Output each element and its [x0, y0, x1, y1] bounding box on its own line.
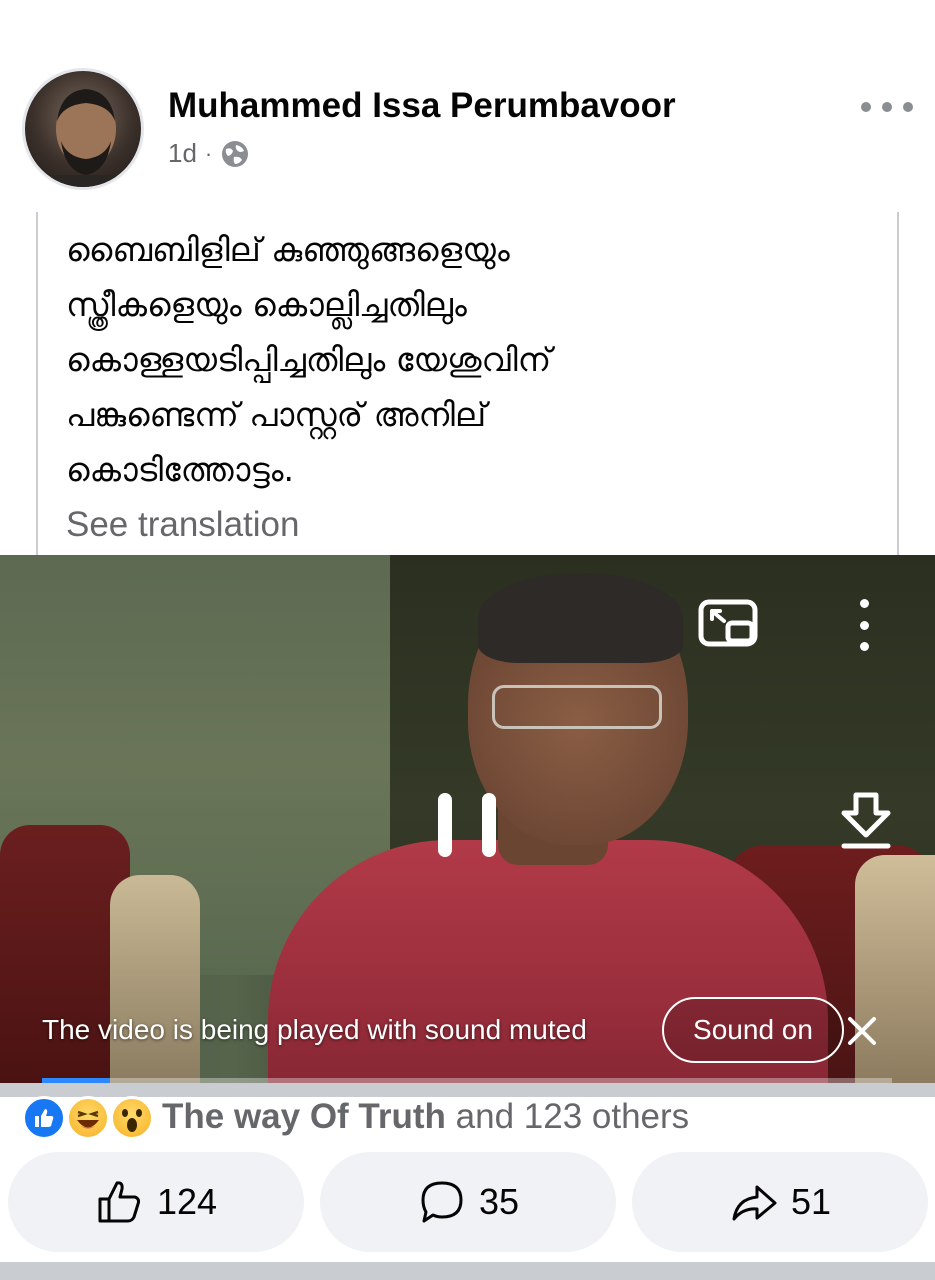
author-name[interactable]: Muhammed Issa Perumbavoor [168, 86, 676, 126]
video-frame-seat [110, 875, 200, 1087]
video-player[interactable]: The video is being played with sound mut… [0, 555, 935, 1087]
pause-bar [438, 793, 452, 857]
post-options-button[interactable] [861, 92, 913, 122]
post-text-line: കൊള്ളയടിപ്പിച്ചതിലും യേശുവിന് [66, 340, 552, 379]
close-icon[interactable] [846, 1015, 878, 1047]
comment-button[interactable]: 35 [320, 1152, 616, 1252]
wow-reaction-icon [110, 1096, 154, 1140]
reactions-summary[interactable]: The way Of Truth and 123 others [22, 1092, 689, 1142]
dot-icon [882, 102, 892, 112]
share-button[interactable]: 51 [632, 1152, 928, 1252]
post-text-line: ബൈബിളില് കുഞ്ഞുങ്ങളെയും [66, 230, 510, 269]
post-meta: 1d · [168, 138, 250, 169]
post-text: ബൈബിളില് കുഞ്ഞുങ്ങളെയും സ്ത്രീകളെയും കൊല… [66, 222, 866, 497]
author-avatar[interactable] [22, 68, 144, 190]
meta-separator: · [204, 140, 213, 166]
avatar-image [45, 89, 127, 187]
like-reaction-icon [22, 1096, 66, 1140]
pause-bar [482, 793, 496, 857]
reaction-others: and 123 others [455, 1097, 690, 1136]
thumbs-up-icon [98, 1181, 141, 1223]
post-time[interactable]: 1d [168, 138, 197, 169]
sound-on-button[interactable]: Sound on [662, 997, 844, 1063]
pause-icon[interactable] [438, 793, 496, 857]
post-text-line: കൊടിത്തോട്ടം. [66, 450, 294, 489]
globe-icon[interactable] [220, 139, 250, 169]
comment-count: 35 [478, 1181, 520, 1222]
video-frame-person [478, 573, 683, 663]
reaction-lead-name[interactable]: The way Of Truth [162, 1097, 446, 1136]
share-count: 51 [790, 1181, 832, 1222]
picture-in-picture-icon[interactable] [698, 599, 758, 647]
post-text-line: പങ്കുണ്ടെന്ന് പാസ്റ്റര് അനില് [66, 395, 487, 434]
reaction-icons [22, 1094, 154, 1140]
video-frame-person [492, 685, 662, 729]
dot-icon [861, 102, 871, 112]
more-vertical-icon[interactable] [852, 599, 876, 651]
like-count: 124 [156, 1181, 218, 1222]
see-translation-link[interactable]: See translation [66, 505, 299, 545]
post-text-line: സ്ത്രീകളെയും കൊല്ലിച്ചതിലും [66, 285, 467, 324]
share-icon [732, 1185, 777, 1221]
video-frame-seat [855, 855, 935, 1087]
muted-notice: The video is being played with sound mut… [42, 1014, 587, 1045]
haha-reaction-icon [66, 1096, 110, 1140]
comment-icon [421, 1181, 463, 1223]
reaction-names[interactable]: The way Of Truth and 123 others [162, 1097, 689, 1137]
dot-icon [903, 102, 913, 112]
dot-icon [859, 620, 869, 630]
divider [0, 1262, 935, 1280]
like-button[interactable]: 124 [8, 1152, 304, 1252]
dot-icon [859, 599, 869, 608]
download-icon[interactable] [838, 791, 894, 851]
dot-icon [859, 642, 869, 651]
